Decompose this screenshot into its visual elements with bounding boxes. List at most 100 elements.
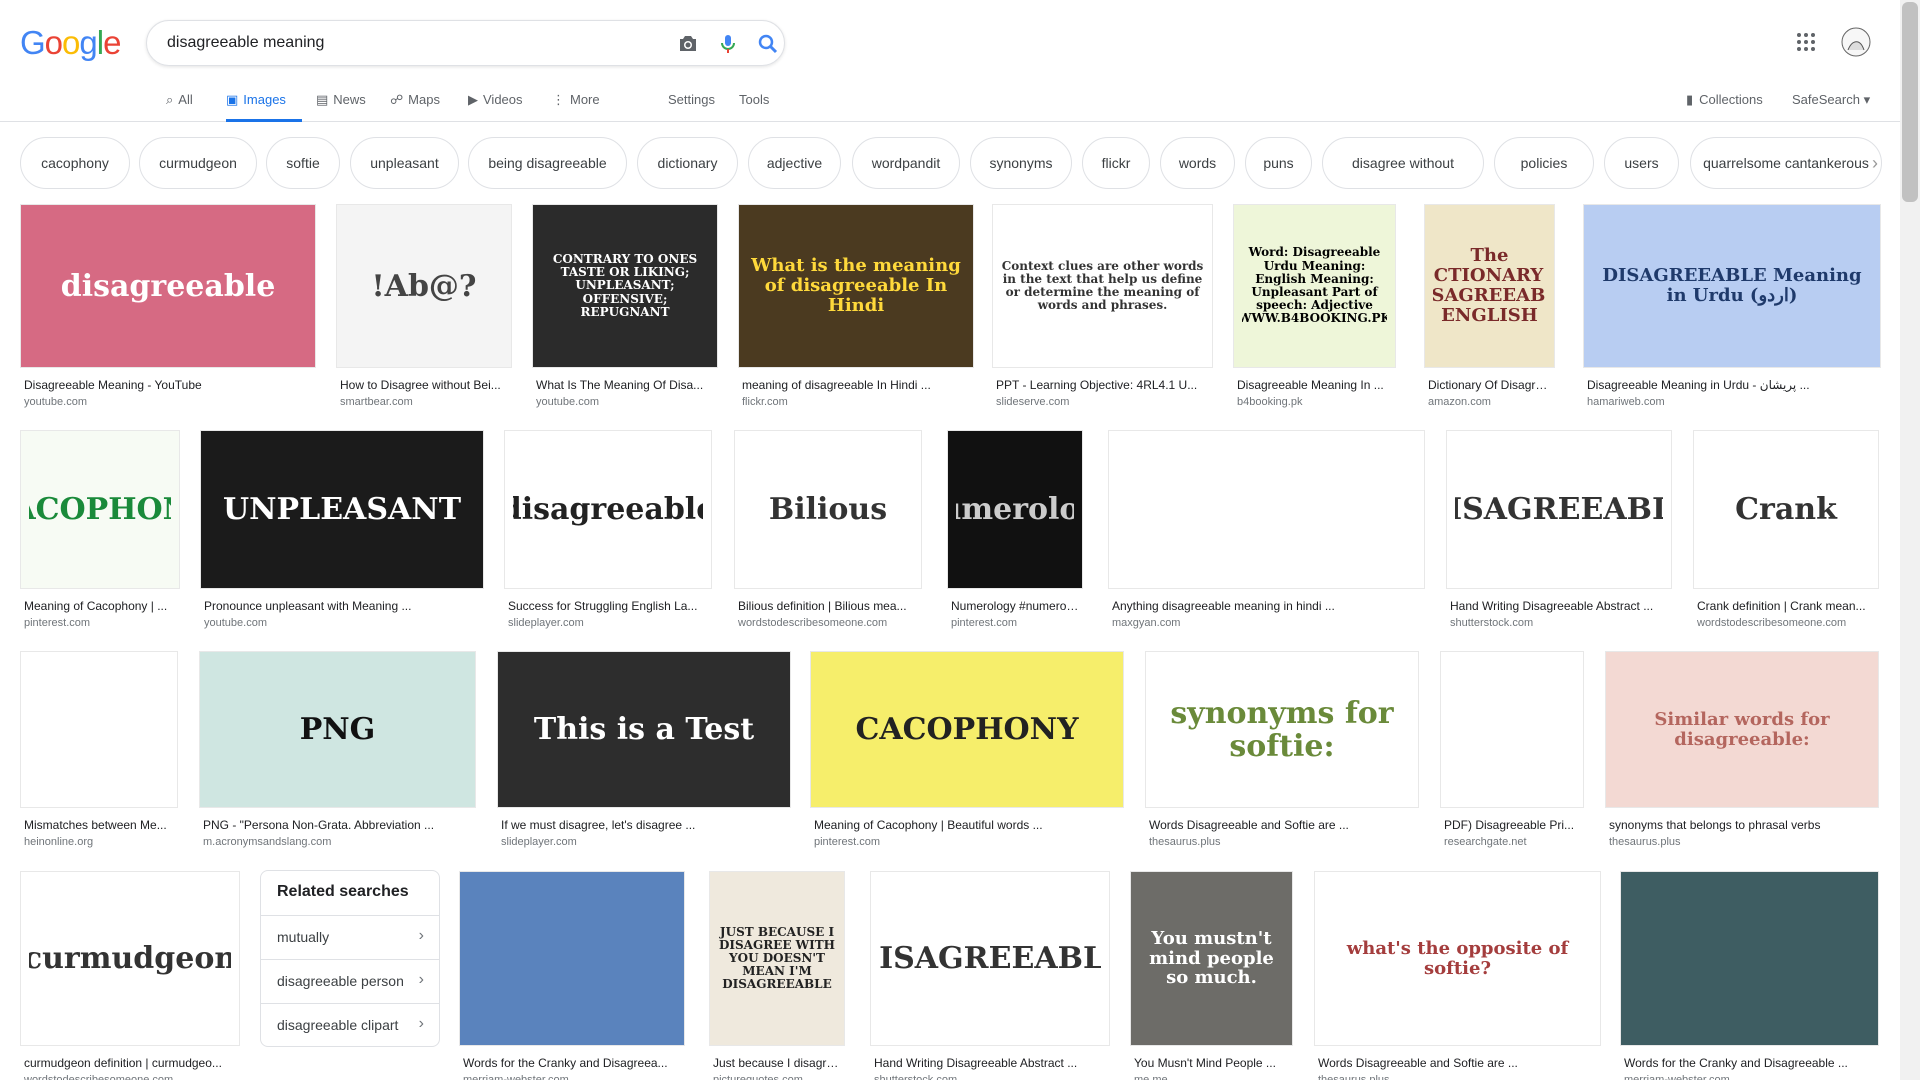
result-thumbnail[interactable]: What is the meaning of disagreeable In H… (738, 204, 974, 368)
result-title[interactable]: Disagreeable Meaning - YouTube (24, 378, 312, 392)
result-thumbnail[interactable]: disagreeable (504, 430, 712, 589)
result-thumbnail[interactable]: curmudgeon (20, 871, 240, 1046)
result-thumbnail[interactable]: DISAGREEABLE (870, 871, 1110, 1046)
result-thumbnail[interactable]: CACOPHONY (810, 651, 1124, 808)
result-thumbnail[interactable]: disagreeable (20, 204, 316, 368)
chip[interactable]: dictionary (637, 137, 738, 189)
result-thumbnail[interactable]: !Ab@? (336, 204, 512, 368)
result-thumbnail[interactable]: Bilious (734, 430, 922, 589)
result-thumbnail[interactable]: DISAGREEABLE (1446, 430, 1672, 589)
result-thumbnail[interactable]: CACOPHONY (20, 430, 180, 589)
result-title[interactable]: Disagreeable Meaning In ... (1237, 378, 1392, 392)
image-result[interactable]: PDF) Disagreeable Pri... researchgate.net (1440, 651, 1584, 848)
chevron-right-icon[interactable]: › (1872, 153, 1878, 174)
chip[interactable]: unpleasant (350, 137, 459, 189)
result-title[interactable]: Success for Struggling English La... (508, 599, 708, 613)
result-thumbnail[interactable]: Crank (1693, 430, 1879, 589)
image-result[interactable]: Word: Disagreeable Urdu Meaning: English… (1233, 204, 1396, 408)
result-thumbnail[interactable] (20, 651, 178, 808)
google-logo[interactable]: Google (20, 24, 121, 62)
settings-link[interactable]: Settings (668, 92, 715, 107)
tab-maps[interactable]: ☍ Maps (390, 92, 450, 122)
result-thumbnail[interactable]: Word: Disagreeable Urdu Meaning: English… (1233, 204, 1396, 368)
tab-images[interactable]: ▣ Images (226, 92, 302, 122)
microphone-icon[interactable] (716, 32, 740, 56)
result-thumbnail[interactable]: Similar words for disagreeable: (1605, 651, 1879, 808)
tab-news[interactable]: ▤ News (316, 92, 376, 122)
chip[interactable]: synonyms (970, 137, 1072, 189)
result-title[interactable]: Hand Writing Disagreeable Abstract ... (874, 1056, 1106, 1070)
result-title[interactable]: How to Disagree without Bei... (340, 378, 508, 392)
image-result[interactable]: You mustn't mind people so much. You Musn… (1130, 871, 1293, 1080)
image-result[interactable]: CONTRARY TO ONES TASTE OR LIKING; UNPLEA… (532, 204, 718, 408)
image-result[interactable]: Words for the Cranky and Disagreeable ..… (1620, 871, 1879, 1080)
result-thumbnail[interactable] (1108, 430, 1425, 589)
result-title[interactable]: Words for the Cranky and Disagreeable ..… (1624, 1056, 1875, 1070)
image-result[interactable]: Numerology Numerology #numerol... pinteres… (947, 430, 1083, 629)
chip[interactable]: softie (266, 137, 340, 189)
camera-icon[interactable] (676, 32, 700, 56)
result-title[interactable]: Numerology #numerol... (951, 599, 1079, 613)
result-thumbnail[interactable]: what's the opposite of softie? (1314, 871, 1601, 1046)
search-input[interactable] (167, 31, 627, 55)
collections-link[interactable]: ▮ Collections (1686, 92, 1763, 108)
result-thumbnail[interactable]: JUST BECAUSE I DISAGREE WITH YOU DOESN'T… (709, 871, 845, 1046)
tab-all[interactable]: ⌕ All (166, 92, 214, 122)
result-title[interactable]: Anything disagreeable meaning in hindi .… (1112, 599, 1421, 613)
result-title[interactable]: Words Disagreeable and Softie are ... (1318, 1056, 1597, 1070)
result-thumbnail[interactable]: This is a Test (497, 651, 791, 808)
result-title[interactable]: Crank definition | Crank mean... (1697, 599, 1875, 613)
result-title[interactable]: If we must disagree, let's disagree ... (501, 818, 787, 832)
scrollbar-thumb[interactable] (1902, 2, 1918, 202)
image-result[interactable]: DISAGREEABLE Hand Writing Disagreeable Ab… (1446, 430, 1672, 629)
result-title[interactable]: meaning of disagreeable In Hindi ... (742, 378, 970, 392)
safesearch-dropdown[interactable]: SafeSearch ▾ (1792, 92, 1870, 108)
result-title[interactable]: Hand Writing Disagreeable Abstract ... (1450, 599, 1668, 613)
image-result[interactable]: CACOPHONY Meaning of Cacophony | ... pinte… (20, 430, 180, 629)
chip[interactable]: disagree without (1322, 137, 1484, 189)
image-result[interactable]: DISAGREEABLE Meaning in Urdu (اردو) Disag… (1583, 204, 1881, 408)
chip[interactable]: being disagreeable (468, 137, 627, 189)
result-title[interactable]: PDF) Disagreeable Pri... (1444, 818, 1580, 832)
result-title[interactable]: Words for the Cranky and Disagreea... (463, 1056, 681, 1070)
chip[interactable]: puns (1245, 137, 1312, 189)
image-result[interactable]: !Ab@? How to Disagree without Bei... smart… (336, 204, 512, 408)
image-result[interactable]: UNPLEASANT Pronounce unpleasant with Mean… (200, 430, 484, 629)
result-title[interactable]: PNG - "Persona Non-Grata. Abbreviation .… (203, 818, 472, 832)
image-result[interactable]: JUST BECAUSE I DISAGREE WITH YOU DOESN'T… (709, 871, 845, 1080)
image-result[interactable]: DISAGREEABLE Hand Writing Disagreeable Ab… (870, 871, 1110, 1080)
tab-more[interactable]: ⋮ More (552, 92, 612, 122)
result-title[interactable]: Words Disagreeable and Softie are ... (1149, 818, 1415, 832)
image-result[interactable]: What is the meaning of disagreeable In H… (738, 204, 974, 408)
image-result[interactable]: Anything disagreeable meaning in hindi .… (1108, 430, 1425, 629)
result-title[interactable]: Dictionary Of Disagre... (1428, 378, 1551, 392)
image-result[interactable]: curmudgeon curmudgeon definition | curmud… (20, 871, 240, 1080)
result-thumbnail[interactable]: synonyms for softie: (1145, 651, 1419, 808)
chip[interactable]: policies (1494, 137, 1594, 189)
image-result[interactable]: Crank Crank definition | Crank mean... wor… (1693, 430, 1879, 629)
result-title[interactable]: You Musn't Mind People ... (1134, 1056, 1289, 1070)
result-title[interactable]: Meaning of Cacophony | ... (24, 599, 176, 613)
image-result[interactable]: synonyms for softie: Words Disagreeable a… (1145, 651, 1419, 848)
image-result[interactable]: disagreeable Disagreeable Meaning - YouTu… (20, 204, 316, 408)
result-thumbnail[interactable]: DISAGREEABLE Meaning in Urdu (اردو) (1583, 204, 1881, 368)
result-title[interactable]: Disagreeable Meaning in Urdu - پریشان ..… (1587, 378, 1877, 392)
result-thumbnail[interactable]: The DICTIONARY of DISAGREEABLE ENGLISH (1424, 204, 1555, 368)
result-title[interactable]: Just because I disagre... (713, 1056, 841, 1070)
chip[interactable]: flickr (1082, 137, 1150, 189)
result-thumbnail[interactable]: You mustn't mind people so much. (1130, 871, 1293, 1046)
chip[interactable]: cacophony (20, 137, 130, 189)
image-result[interactable]: Context clues are other words in the tex… (992, 204, 1213, 408)
result-thumbnail[interactable]: Numerology (947, 430, 1083, 589)
chip[interactable]: curmudgeon (139, 137, 257, 189)
result-title[interactable]: Pronounce unpleasant with Meaning ... (204, 599, 480, 613)
avatar[interactable] (1840, 24, 1872, 60)
related-search-item[interactable]: disagreeable person › (261, 959, 439, 1003)
result-title[interactable]: What Is The Meaning Of Disa... (536, 378, 714, 392)
tools-link[interactable]: Tools (739, 92, 769, 107)
tab-videos[interactable]: ▶ Videos (468, 92, 538, 122)
image-result[interactable]: Mismatches between Me... heinonline.org (20, 651, 178, 848)
result-thumbnail[interactable] (1620, 871, 1879, 1046)
result-thumbnail[interactable]: PNG (199, 651, 476, 808)
result-title[interactable]: Bilious definition | Bilious mea... (738, 599, 918, 613)
